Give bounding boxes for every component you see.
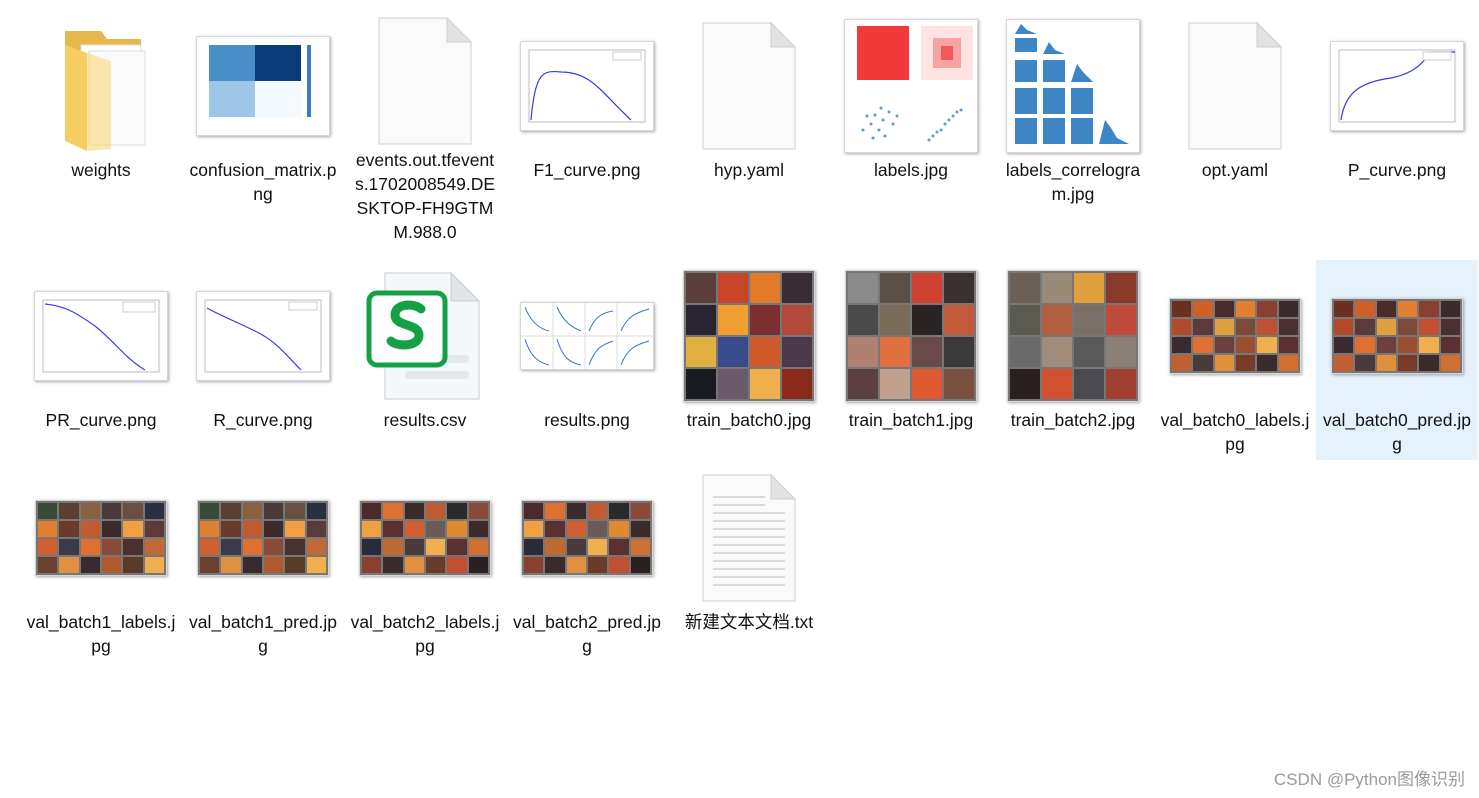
file-item[interactable]: train_batch2.jpg xyxy=(992,260,1154,460)
image-thumbnail xyxy=(355,468,495,608)
image-thumbnail xyxy=(193,468,333,608)
file-item[interactable]: val_batch0_pred.jpg xyxy=(1316,260,1478,460)
file-item[interactable]: train_batch0.jpg xyxy=(668,260,830,460)
file-item[interactable]: labels_correlogram.jpg xyxy=(992,10,1154,210)
watermark: CSDN @Python图像识别 xyxy=(1273,770,1465,789)
file-name: train_batch0.jpg xyxy=(686,410,812,430)
file-icon xyxy=(355,16,495,146)
file-item[interactable]: results.png xyxy=(506,260,668,460)
image-thumbnail xyxy=(193,266,333,406)
file-name: train_batch1.jpg xyxy=(848,410,974,430)
file-item[interactable]: R_curve.png xyxy=(182,260,344,460)
file-item[interactable]: F1_curve.png xyxy=(506,10,668,210)
file-item[interactable]: weights xyxy=(20,10,182,210)
text-file-icon xyxy=(679,468,819,608)
image-thumbnail xyxy=(1327,266,1467,406)
image-thumbnail xyxy=(31,468,171,608)
image-thumbnail xyxy=(517,468,657,608)
file-name: val_batch2_labels.jpg xyxy=(350,612,500,656)
file-item[interactable]: opt.yaml xyxy=(1154,10,1316,210)
image-thumbnail xyxy=(1003,266,1143,406)
image-thumbnail xyxy=(193,16,333,156)
file-item[interactable]: labels.jpg xyxy=(830,10,992,210)
image-thumbnail xyxy=(841,266,981,406)
file-item[interactable]: hyp.yaml xyxy=(668,10,830,210)
file-name: results.csv xyxy=(383,410,467,430)
image-thumbnail xyxy=(517,266,657,406)
file-item[interactable]: confusion_matrix.png xyxy=(182,10,344,210)
file-name: hyp.yaml xyxy=(713,160,785,180)
file-name: 新建文本文档.txt xyxy=(684,612,814,632)
file-item[interactable]: val_batch0_labels.jpg xyxy=(1154,260,1316,460)
file-icon xyxy=(679,16,819,156)
file-name: opt.yaml xyxy=(1201,160,1269,180)
file-item[interactable]: 新建文本文档.txt xyxy=(668,462,830,662)
file-item[interactable]: val_batch2_pred.jpg xyxy=(506,462,668,662)
file-name: F1_curve.png xyxy=(533,160,641,180)
image-thumbnail xyxy=(1327,16,1467,156)
file-name: PR_curve.png xyxy=(45,410,157,430)
file-name: labels.jpg xyxy=(874,160,948,180)
file-name: val_batch2_pred.jpg xyxy=(513,612,661,656)
image-thumbnail xyxy=(517,16,657,156)
file-name: confusion_matrix.png xyxy=(189,160,337,204)
file-item[interactable]: results.csv xyxy=(344,260,506,460)
file-item[interactable]: P_curve.png xyxy=(1316,10,1478,210)
file-icon xyxy=(1165,16,1305,156)
image-thumbnail xyxy=(31,266,171,406)
file-name: labels_correlogram.jpg xyxy=(1005,160,1141,204)
image-thumbnail xyxy=(679,266,819,406)
file-name: train_batch2.jpg xyxy=(1010,410,1136,430)
file-name: val_batch0_labels.jpg xyxy=(1160,410,1310,454)
file-item[interactable]: PR_curve.png xyxy=(20,260,182,460)
file-name: R_curve.png xyxy=(213,410,313,430)
file-name: results.png xyxy=(544,410,630,430)
file-name: events.out.tfevents.1702008549.DESKTOP-F… xyxy=(354,150,496,242)
folder-icon xyxy=(31,16,171,156)
file-name: val_batch1_labels.jpg xyxy=(26,612,176,656)
image-thumbnail xyxy=(1003,16,1143,156)
image-thumbnail xyxy=(841,16,981,156)
image-thumbnail xyxy=(1165,266,1305,406)
file-item[interactable]: train_batch1.jpg xyxy=(830,260,992,460)
file-name: val_batch0_pred.jpg xyxy=(1323,410,1471,454)
spreadsheet-icon xyxy=(355,266,495,406)
file-name: weights xyxy=(71,160,131,180)
file-item[interactable]: val_batch1_pred.jpg xyxy=(182,462,344,662)
file-name: P_curve.png xyxy=(1347,160,1447,180)
file-item[interactable]: events.out.tfevents.1702008549.DESKTOP-F… xyxy=(344,10,506,242)
file-item[interactable]: val_batch2_labels.jpg xyxy=(344,462,506,662)
file-item[interactable]: val_batch1_labels.jpg xyxy=(20,462,182,662)
file-name: val_batch1_pred.jpg xyxy=(189,612,337,656)
